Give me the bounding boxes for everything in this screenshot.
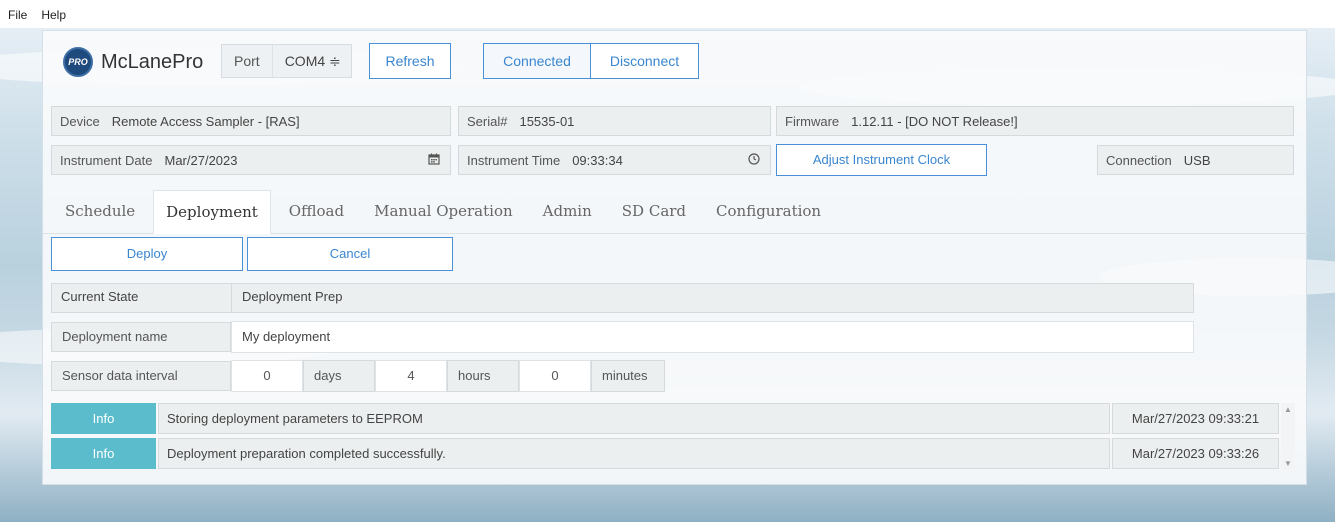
port-selector: Port COM4 ≑ [221,44,352,78]
instrument-time-value[interactable]: 09:33:34 [568,153,627,168]
cancel-button[interactable]: Cancel [247,237,453,271]
menu-bar: File Help [0,0,1335,28]
current-state-value: Deployment Prep [231,283,631,313]
tab-configuration[interactable]: Configuration [704,190,833,234]
deployment-name-input[interactable]: My deployment [231,321,1194,353]
instrument-date-field: Instrument Date Mar/27/2023 [51,145,451,175]
instrument-time-field: Instrument Time 09:33:34 [458,145,771,175]
tab-schedule[interactable]: Schedule [53,190,147,234]
disconnect-button[interactable]: Disconnect [591,43,699,79]
instrument-date-value[interactable]: Mar/27/2023 [161,153,242,168]
interval-hours-unit: hours [447,360,519,392]
firmware-value: 1.12.11 - [DO NOT Release!] [851,113,1018,129]
device-label: Device [60,113,100,129]
tab-sd-card[interactable]: SD Card [610,190,698,234]
firmware-label: Firmware [785,113,840,129]
log-timestamp: Mar/27/2023 09:33:21 [1112,403,1279,434]
logo-badge-icon: PRO [63,47,93,77]
interval-days-input[interactable]: 0 [231,360,303,392]
serial-value: 15535-01 [519,113,575,129]
deployment-name-label: Deployment name [51,322,231,352]
interval-minutes-unit: minutes [591,360,665,392]
connection-value: USB [1183,152,1211,168]
current-state-label: Current State [61,289,139,304]
firmware-field: Firmware 1.12.11 - [DO NOT Release!] [776,106,1294,136]
menu-file[interactable]: File [8,8,27,22]
main-panel: PRO McLanePro Port COM4 ≑ Refresh Connec… [42,30,1308,485]
menu-help[interactable]: Help [41,8,66,22]
log-row: Info Storing deployment parameters to EE… [51,403,1279,434]
port-select[interactable]: COM4 ≑ [271,45,351,77]
interval-days-unit: days [303,360,375,392]
log-level-badge: Info [51,403,156,434]
deploy-button[interactable]: Deploy [51,237,243,271]
serial-field: Serial# 15535-01 [458,106,771,136]
tab-deployment[interactable]: Deployment [153,190,271,234]
clock-icon[interactable] [748,153,760,168]
connected-button[interactable]: Connected [483,43,591,79]
tab-bar: Schedule Deployment Offload Manual Opera… [53,190,839,234]
log-message: Deployment preparation completed success… [158,438,1110,469]
sensor-interval-label: Sensor data interval [51,361,231,391]
device-value: Remote Access Sampler - [RAS] [111,113,300,129]
connection-label: Connection [1106,152,1172,168]
refresh-button[interactable]: Refresh [369,43,451,79]
app-name: McLanePro [101,50,204,73]
interval-minutes-input[interactable]: 0 [519,360,591,392]
port-label: Port [234,53,260,69]
log-timestamp: Mar/27/2023 09:33:26 [1112,438,1279,469]
log-scrollbar[interactable]: ▲ ▼ [1281,403,1295,469]
serial-label: Serial# [467,113,508,129]
connection-field: Connection USB [1097,145,1294,175]
instrument-time-label: Instrument Time [467,152,561,168]
scroll-down-icon[interactable]: ▼ [1284,459,1292,468]
scroll-up-icon[interactable]: ▲ [1284,405,1292,414]
log-message: Storing deployment parameters to EEPROM [158,403,1110,434]
adjust-clock-button[interactable]: Adjust Instrument Clock [776,144,987,176]
connection-buttons: Connected Disconnect [483,43,699,79]
calendar-icon[interactable] [428,153,440,168]
device-field: Device Remote Access Sampler - [RAS] [51,106,451,136]
instrument-date-label: Instrument Date [60,152,153,168]
interval-hours-input[interactable]: 4 [375,360,447,392]
app-logo: PRO McLanePro [63,47,203,77]
tab-manual-operation[interactable]: Manual Operation [362,190,525,234]
log-level-badge: Info [51,438,156,469]
tab-offload[interactable]: Offload [277,190,356,234]
tab-admin[interactable]: Admin [531,190,604,234]
log-row: Info Deployment preparation completed su… [51,438,1279,469]
